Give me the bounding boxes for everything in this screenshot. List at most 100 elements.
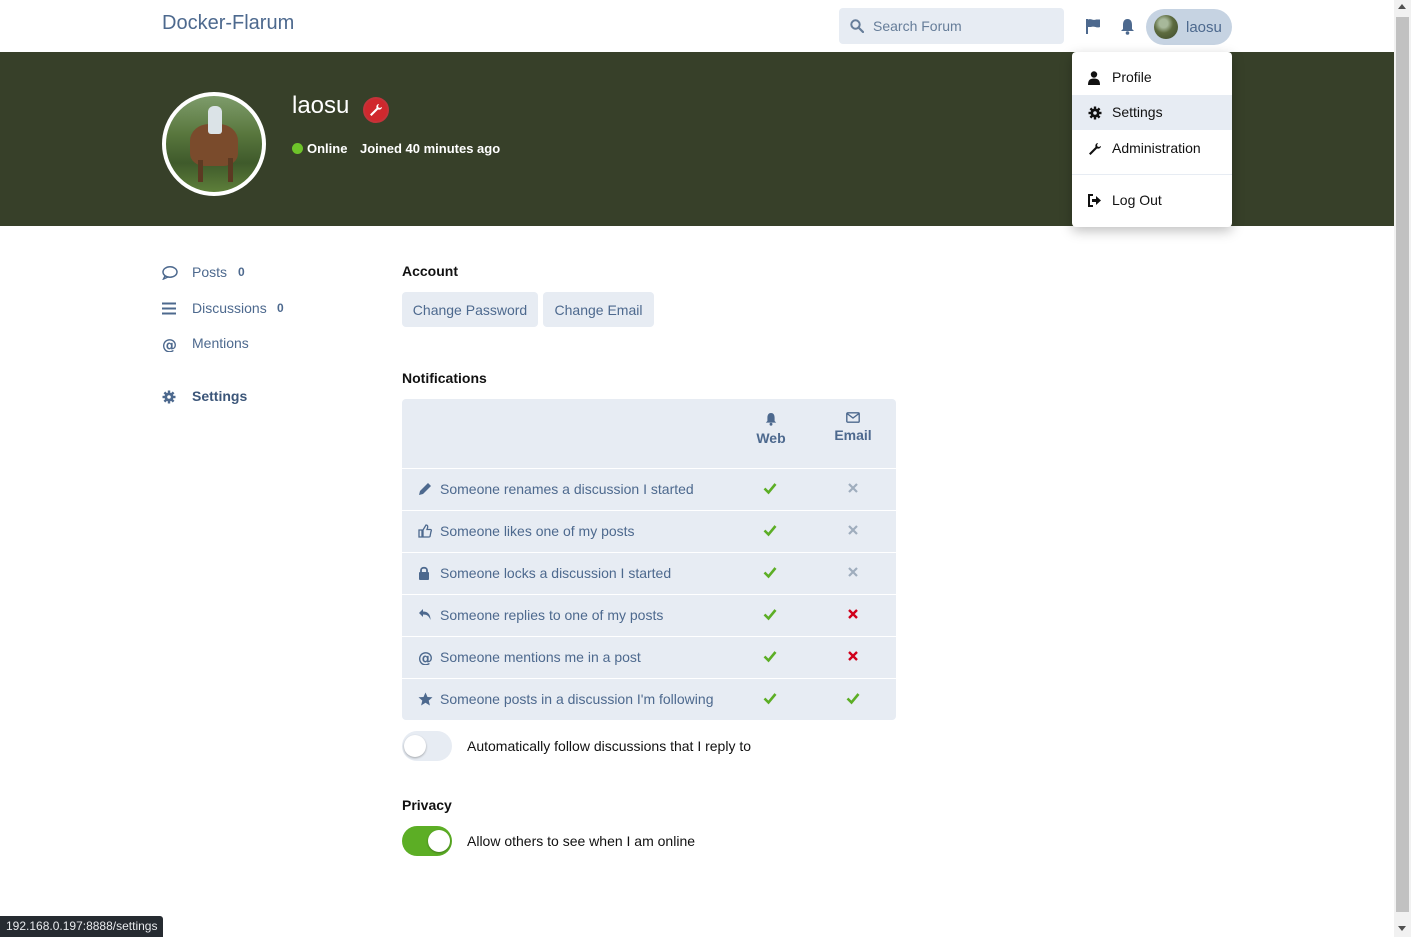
auto-follow-toggle[interactable] <box>402 731 452 761</box>
button-label: Change Password <box>412 302 528 318</box>
notification-row: @ Someone mentions me in a post <box>402 636 896 678</box>
bell-icon <box>765 413 777 426</box>
toggle-knob <box>428 830 450 852</box>
check-icon[interactable] <box>763 649 777 663</box>
column-web[interactable]: Web <box>741 412 801 446</box>
admin-badge <box>363 97 389 123</box>
reply-icon <box>419 609 431 620</box>
session-user-button[interactable]: laosu <box>1146 9 1232 45</box>
sidebar-item-label: Discussions <box>192 300 267 316</box>
check-icon[interactable] <box>763 523 777 537</box>
user-icon <box>1088 71 1100 85</box>
check-icon[interactable] <box>763 607 777 621</box>
notification-row: Someone locks a discussion I started <box>402 552 896 594</box>
times-icon[interactable] <box>846 607 860 621</box>
notification-label: Someone locks a discussion I started <box>440 565 672 581</box>
notifications-heading: Notifications <box>402 370 487 386</box>
forum-brand[interactable]: Docker-Flarum <box>162 12 294 35</box>
search-placeholder: Search Forum <box>873 18 962 34</box>
scrollbar[interactable] <box>1394 0 1411 937</box>
menu-item-settings[interactable]: Settings <box>1072 95 1232 130</box>
notification-grid-header: Web Email <box>402 399 896 468</box>
page: Docker-Flarum Search Forum laosu laosu O… <box>0 0 1394 937</box>
menu-item-label: Settings <box>1112 104 1163 120</box>
svg-text:@: @ <box>418 650 433 665</box>
check-icon[interactable] <box>763 565 777 579</box>
notification-label: Someone mentions me in a post <box>440 649 641 665</box>
auto-follow-label: Automatically follow discussions that I … <box>467 738 752 754</box>
times-icon[interactable] <box>846 649 860 663</box>
check-icon[interactable] <box>763 691 777 705</box>
privacy-heading: Privacy <box>402 797 452 813</box>
lock-icon <box>419 566 429 580</box>
notification-row: Someone likes one of my posts <box>402 510 896 552</box>
notification-label: Someone likes one of my posts <box>440 523 635 539</box>
joined-time: Joined 40 minutes ago <box>360 141 501 156</box>
session-dropdown-menu: Profile Settings Administration Log Out <box>1072 52 1232 227</box>
star-icon <box>418 692 433 706</box>
change-password-button[interactable]: Change Password <box>402 292 538 327</box>
show-online-label: Allow others to see when I am online <box>467 833 696 849</box>
menu-item-administration[interactable]: Administration <box>1072 131 1232 166</box>
pencil-icon <box>419 483 431 495</box>
header: Docker-Flarum Search Forum laosu <box>0 0 1394 52</box>
menu-item-label: Log Out <box>1112 192 1162 208</box>
wrench-icon <box>370 104 382 116</box>
gear-icon <box>162 390 176 404</box>
button-label: Change Email <box>554 302 643 318</box>
user-avatar <box>162 92 266 196</box>
check-icon[interactable] <box>763 481 777 495</box>
times-icon[interactable] <box>846 523 860 537</box>
notification-row: Someone renames a discussion I started <box>402 468 896 510</box>
account-heading: Account <box>402 263 458 279</box>
comment-icon <box>162 266 178 280</box>
check-icon[interactable] <box>846 691 860 705</box>
at-icon: @ <box>418 650 433 665</box>
session-username: laosu <box>1186 19 1222 36</box>
wrench-icon <box>1089 143 1101 155</box>
column-email[interactable]: Email <box>823 412 883 443</box>
sidebar-item-label: Mentions <box>192 335 249 351</box>
times-icon[interactable] <box>846 481 860 495</box>
gear-icon <box>1088 106 1102 120</box>
svg-text:@: @ <box>162 337 177 352</box>
flag-icon[interactable] <box>1085 18 1101 34</box>
online-status: Online <box>307 141 348 156</box>
search-icon <box>850 19 864 33</box>
sign-out-icon <box>1088 194 1101 207</box>
menu-item-profile[interactable]: Profile <box>1072 60 1232 95</box>
envelope-icon <box>846 412 860 423</box>
times-icon[interactable] <box>846 565 860 579</box>
column-web-label: Web <box>756 430 786 446</box>
scroll-up-arrow[interactable] <box>1398 4 1406 9</box>
column-email-label: Email <box>834 427 872 443</box>
hero-username: laosu <box>292 92 350 119</box>
notification-label: Someone replies to one of my posts <box>440 607 664 623</box>
menu-item-label: Administration <box>1112 140 1201 156</box>
thumbs-up-icon <box>418 524 432 538</box>
status-bar-url: 192.168.0.197:8888/settings <box>0 916 164 937</box>
show-online-toggle[interactable] <box>402 826 452 856</box>
at-icon: @ <box>162 337 177 352</box>
online-indicator <box>292 143 303 154</box>
discussion-count: 0 <box>277 301 284 315</box>
notification-label: Someone posts in a discussion I'm follow… <box>440 691 714 707</box>
sidebar-item-label: Posts <box>192 264 228 280</box>
bell-icon[interactable] <box>1120 18 1135 35</box>
notification-row: Someone replies to one of my posts <box>402 594 896 636</box>
notification-grid: Web Email Someone renames a discussion I… <box>402 399 896 720</box>
scroll-down-arrow[interactable] <box>1398 926 1406 931</box>
menu-item-label: Profile <box>1112 69 1152 85</box>
menu-item-log-out[interactable]: Log Out <box>1072 183 1232 218</box>
change-email-button[interactable]: Change Email <box>543 292 654 327</box>
scrollbar-thumb[interactable] <box>1396 17 1409 912</box>
bars-icon <box>162 302 176 315</box>
post-count: 0 <box>238 265 245 279</box>
search-input[interactable]: Search Forum <box>839 8 1064 44</box>
toggle-knob <box>404 735 426 757</box>
menu-divider <box>1072 174 1232 175</box>
sidebar-item-label: Settings <box>192 388 248 404</box>
avatar <box>1154 15 1178 39</box>
notification-row: Someone posts in a discussion I'm follow… <box>402 678 896 720</box>
notification-label: Someone renames a discussion I started <box>440 481 694 497</box>
